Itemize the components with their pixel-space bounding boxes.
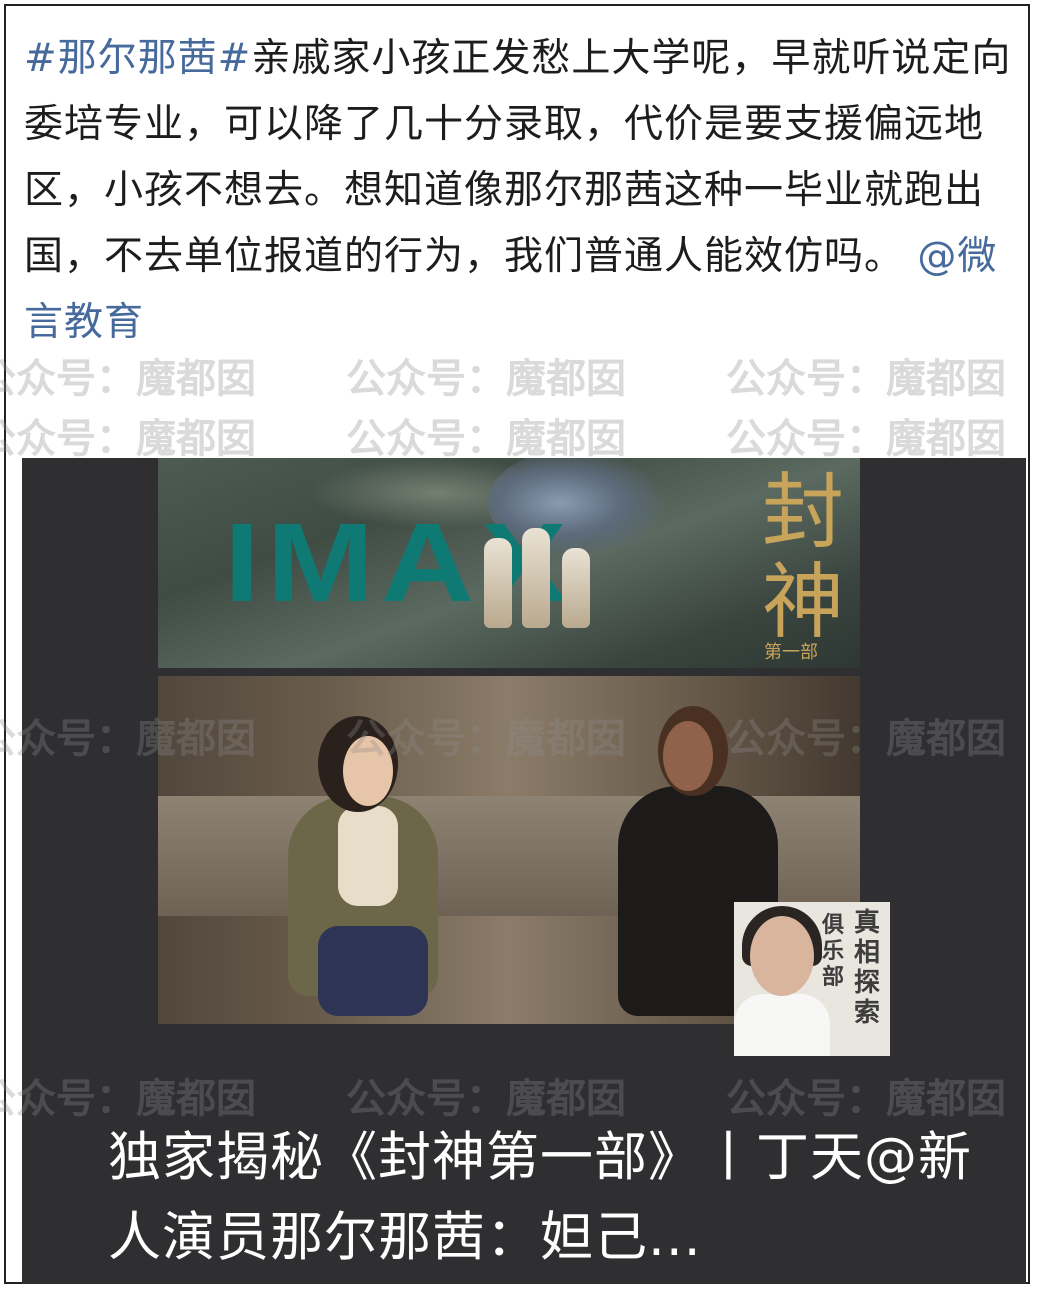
screenshot-frame: #那尔那茜#亲戚家小孩正发愁上大学呢，早就听说定向委培专业，可以降了几十分录取，… xyxy=(0,4,1030,1284)
badge-title: 真相探索 xyxy=(854,908,881,1028)
badge-side-text: 俱乐部 xyxy=(822,912,845,990)
watermark: 公众号：魔都囡 xyxy=(346,416,626,462)
poster-title: 封神 xyxy=(761,465,844,650)
watermark: 公众号：魔都囡 xyxy=(726,416,1006,462)
interviewer-face xyxy=(343,736,393,806)
poster-figure xyxy=(484,538,512,628)
badge-person-face xyxy=(750,916,814,996)
poster-figure xyxy=(522,528,550,628)
show-badge: 俱乐部 真相探索 xyxy=(734,902,890,1056)
movie-poster: IMAX 封神 第一部 xyxy=(158,458,860,668)
poster-subtitle: 第一部 xyxy=(764,642,818,663)
post-text: #那尔那茜#亲戚家小孩正发愁上大学呢，早就听说定向委培专业，可以降了几十分录取，… xyxy=(24,26,1024,356)
video-card[interactable]: IMAX 封神 第一部 俱乐部 真相探索 独家揭秘《封神第一部》丨丁天@新人演员… xyxy=(22,458,1026,1284)
interviewer-shirt xyxy=(338,806,398,906)
guest-face xyxy=(663,721,713,791)
badge-person-shirt xyxy=(734,994,830,1056)
interviewer-legs xyxy=(318,926,428,1016)
poster-figure xyxy=(562,548,590,628)
video-caption: 独家揭秘《封神第一部》丨丁天@新人演员那尔那茜：妲己... xyxy=(108,1127,972,1268)
hashtag-link[interactable]: #那尔那茜# xyxy=(24,36,251,81)
watermark: 公众号：魔都囡 xyxy=(0,416,256,462)
